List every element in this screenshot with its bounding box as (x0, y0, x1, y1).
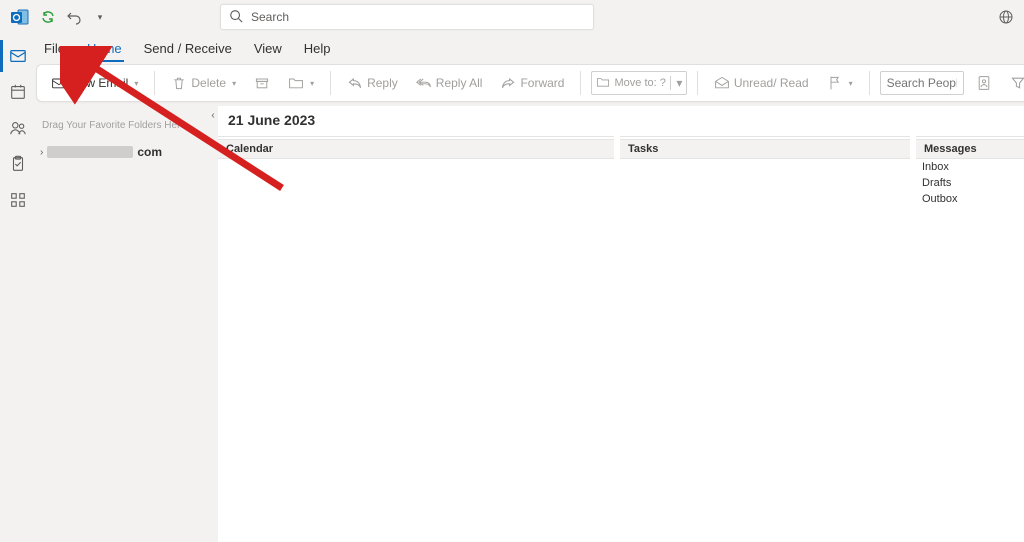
title-bar: ▾ Search (0, 0, 1024, 34)
search-icon (229, 9, 243, 26)
separator (330, 71, 331, 95)
separator (697, 71, 698, 95)
calendar-header: Calendar (218, 139, 614, 159)
address-book-button[interactable] (970, 69, 998, 97)
unread-read-button[interactable]: Unread/ Read (708, 69, 815, 97)
nav-tasks-icon[interactable] (0, 148, 32, 180)
global-search[interactable]: Search (220, 4, 594, 30)
menu-send-receive[interactable]: Send / Receive (142, 37, 234, 62)
folder-pane: Drag Your Favorite Folders Here › com (32, 106, 208, 542)
mail-icon (51, 75, 67, 91)
separator (154, 71, 155, 95)
filter-icon (1010, 75, 1024, 91)
separator (580, 71, 581, 95)
move-split-button[interactable]: ▾ (282, 69, 320, 97)
chevron-down-icon: ▾ (670, 76, 684, 90)
reply-all-button[interactable]: Reply All (410, 69, 489, 97)
trash-icon (171, 75, 187, 91)
address-book-icon (976, 75, 992, 91)
reply-all-icon (416, 75, 432, 91)
nav-calendar-icon[interactable] (0, 76, 32, 108)
account-node[interactable]: › com (32, 141, 208, 163)
outlook-logo-icon (10, 7, 30, 27)
undo-icon[interactable] (66, 9, 82, 25)
chevron-down-icon: ▾ (310, 79, 314, 88)
menu-view[interactable]: View (252, 37, 284, 62)
nav-people-icon[interactable] (0, 112, 32, 144)
menu-bar: File Home Send / Receive View Help (32, 34, 1024, 62)
filter-button[interactable]: ▾ (1004, 69, 1024, 97)
reply-icon (347, 75, 363, 91)
ribbon: New Email ▾ Delete ▾ ▾ (36, 64, 1024, 102)
mail-open-icon (714, 75, 730, 91)
menu-file[interactable]: File (42, 37, 67, 62)
qat-customize-caret-icon[interactable]: ▾ (92, 9, 108, 25)
messages-drafts-link[interactable]: Drafts (916, 175, 1024, 191)
reply-button[interactable]: Reply (341, 69, 404, 97)
archive-icon (254, 75, 270, 91)
chevron-down-icon: ▾ (134, 79, 138, 88)
folder-icon (596, 75, 610, 92)
search-placeholder: Search (251, 10, 289, 24)
calendar-column: Calendar (218, 136, 614, 542)
menu-home[interactable]: Home (85, 37, 124, 62)
messages-outbox-link[interactable]: Outbox (916, 191, 1024, 207)
sync-icon[interactable] (40, 9, 56, 25)
nav-mail-icon[interactable] (0, 40, 32, 72)
chevron-down-icon: ▾ (232, 79, 236, 88)
tasks-column: Tasks (620, 136, 910, 542)
flag-button[interactable]: ▾ (821, 69, 859, 97)
favorites-hint: Drag Your Favorite Folders Here (32, 114, 208, 141)
folder-move-icon (288, 75, 304, 91)
move-to-dropdown[interactable]: Move to: ? ▾ (591, 71, 686, 95)
separator (869, 71, 870, 95)
chevron-down-icon: ▾ (849, 79, 853, 88)
account-email-mask (47, 146, 133, 158)
tasks-header: Tasks (620, 139, 910, 159)
content-row: Drag Your Favorite Folders Here › com ‹ … (32, 106, 1024, 542)
chevron-right-icon: › (40, 147, 43, 158)
main-pane: 21 June 2023 Cust Calendar Tasks Message… (218, 106, 1024, 542)
nav-more-apps-icon[interactable] (0, 184, 32, 216)
date-header: 21 June 2023 Cust (218, 106, 1024, 136)
globe-icon[interactable] (998, 9, 1014, 25)
today-columns: Calendar Tasks Messages Inbox Drafts Out… (218, 136, 1024, 542)
title-bar-left: ▾ (10, 7, 108, 27)
nav-rail (0, 34, 32, 542)
work-area: File Home Send / Receive View Help New E… (32, 34, 1024, 542)
menu-help[interactable]: Help (302, 37, 333, 62)
forward-icon (500, 75, 516, 91)
forward-button[interactable]: Forward (494, 69, 570, 97)
delete-button[interactable]: Delete ▾ (165, 69, 242, 97)
messages-column: Messages Inbox Drafts Outbox (916, 136, 1024, 542)
messages-header: Messages (916, 139, 1024, 159)
search-people-input[interactable] (880, 71, 964, 95)
new-email-button[interactable]: New Email ▾ (45, 69, 144, 97)
flag-icon (827, 75, 843, 91)
messages-inbox-link[interactable]: Inbox (916, 159, 1024, 175)
title-bar-right (998, 0, 1014, 34)
collapse-folder-pane-icon[interactable]: ‹ (208, 106, 218, 542)
archive-button[interactable] (248, 69, 276, 97)
account-email-suffix: com (137, 145, 162, 159)
date-title: 21 June 2023 (228, 112, 315, 128)
